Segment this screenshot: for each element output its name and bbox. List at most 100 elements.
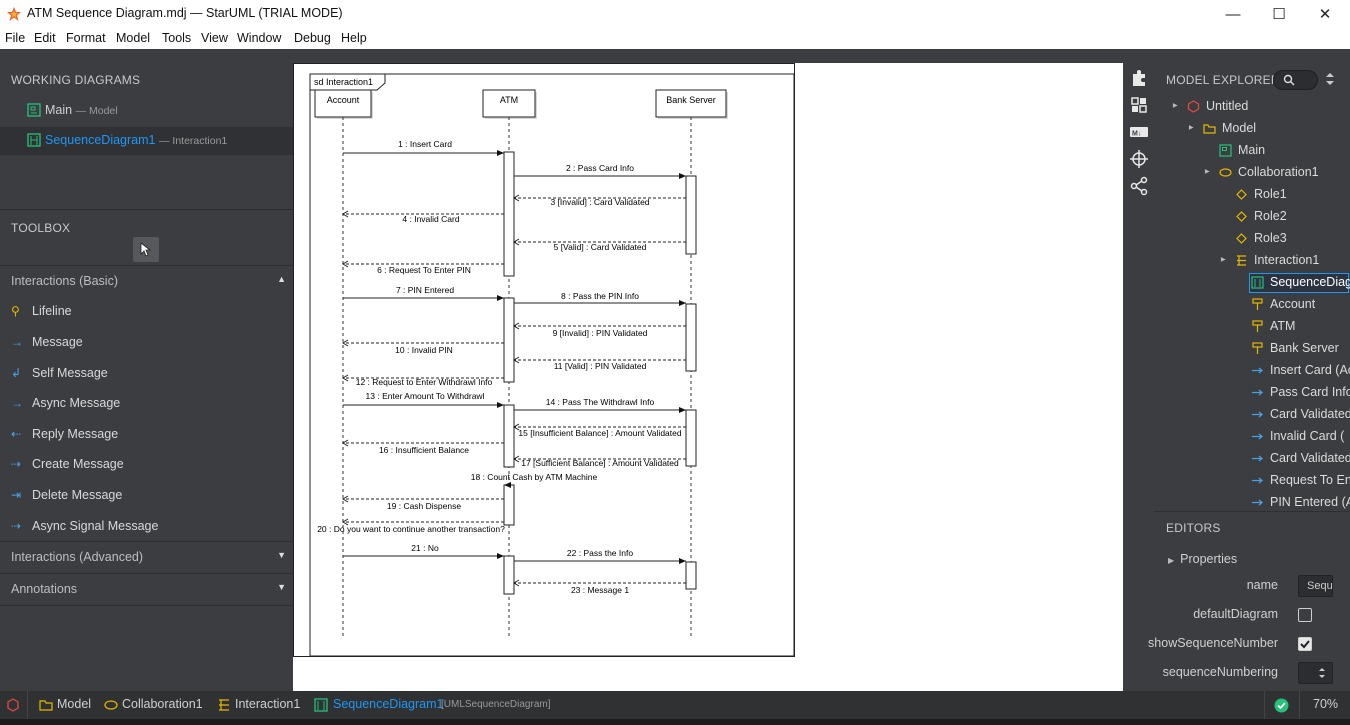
sequence-diagram-icon <box>27 133 41 147</box>
menu-model[interactable]: Model <box>116 31 150 45</box>
tree-item[interactable]: ▼ Untitled <box>1154 96 1350 118</box>
crosshair-icon[interactable] <box>1129 149 1149 169</box>
working-diagram-main[interactable]: Main — Model <box>0 97 293 125</box>
tree-item[interactable]: Account <box>1154 294 1350 316</box>
menu-tools[interactable]: Tools <box>162 31 191 45</box>
tree-item[interactable]: ATM <box>1154 316 1350 338</box>
menu-view[interactable]: View <box>201 31 228 45</box>
interaction-icon <box>219 699 229 711</box>
activation-bar[interactable] <box>503 404 515 468</box>
tree-item-label: Model <box>1222 121 1257 135</box>
status-diagram[interactable]: SequenceDiagram1 <box>333 697 444 711</box>
tree-item[interactable]: ▼ Collaboration1 <box>1154 162 1350 184</box>
share-icon[interactable] <box>1129 176 1149 196</box>
menu-help[interactable]: Help <box>341 31 367 45</box>
tree-item-label: Untitled <box>1206 99 1249 113</box>
expand-arrow-icon: ▼ <box>277 550 286 560</box>
create-message-icon: ⇢ <box>11 457 22 471</box>
tree-toggle-icon[interactable]: ▼ <box>1170 102 1179 110</box>
tree-toggle-icon[interactable]: ▼ <box>1186 124 1195 132</box>
activation-bar[interactable] <box>685 175 697 255</box>
working-diagram-sequence[interactable]: SequenceDiagram1 — Interaction1 <box>0 127 293 155</box>
tool-message[interactable]: → Message <box>0 327 293 357</box>
default-diagram-checkbox[interactable] <box>1298 608 1312 622</box>
search-icon <box>1283 74 1295 86</box>
toolbox-category-advanced[interactable]: Interactions (Advanced) ▼ <box>0 541 293 571</box>
activation-bar[interactable] <box>685 303 697 372</box>
tree-item[interactable]: SequenceDiagram1 <box>1154 272 1350 294</box>
tree-item[interactable]: Card Validated <box>1154 404 1350 426</box>
tree-item[interactable]: Main <box>1154 140 1350 162</box>
message-label: 3 [Invalid] : Card Validated <box>550 197 649 207</box>
show-sequence-number-checkbox[interactable] <box>1298 637 1312 651</box>
activation-bar[interactable] <box>503 151 515 277</box>
sequence-diagram[interactable]: sd Interaction1 Account ATM Bank Server 1 : … <box>293 63 1123 691</box>
tree-item[interactable]: Bank Server <box>1154 338 1350 360</box>
collaboration-icon <box>1219 166 1232 179</box>
tree-item[interactable]: Request To Enter PIN <box>1154 470 1350 492</box>
markdown-icon[interactable]: M↓ <box>1129 122 1149 142</box>
left-sidebar: WORKING DIAGRAMS Main — Model SequenceDi… <box>0 49 293 691</box>
menu-window[interactable]: Window <box>237 31 281 45</box>
toolbox-category-basic[interactable]: Interactions (Basic) ▲ <box>0 265 293 295</box>
tree-toggle-icon[interactable]: ▼ <box>1202 168 1211 176</box>
activation-bar[interactable] <box>685 561 697 590</box>
tool-reply-message[interactable]: ⇠ Reply Message <box>0 419 293 449</box>
activation-bar[interactable] <box>503 555 515 595</box>
model-explorer-title: MODEL EXPLORER <box>1166 73 1280 87</box>
menu-edit[interactable]: Edit <box>34 31 56 45</box>
status-interaction[interactable]: Interaction1 <box>235 697 300 711</box>
message-label: 17 [Sufficient Balance] : Amount Validat… <box>521 458 679 468</box>
message-label: 15 [Insufficient Balance] : Amount Valid… <box>518 428 681 438</box>
working-diagram-name: SequenceDiagram1 <box>45 133 156 147</box>
menu-format[interactable]: Format <box>66 31 106 45</box>
toolbox-category-annotations[interactable]: Annotations ▼ <box>0 573 293 603</box>
explorer-search-button[interactable] <box>1273 70 1318 90</box>
activation-bar[interactable] <box>503 484 515 526</box>
tree-item[interactable]: Role1 <box>1154 184 1350 206</box>
tool-async-message[interactable]: → Async Message <box>0 388 293 418</box>
tree-item[interactable]: Card Validated <box>1154 448 1350 470</box>
working-diagrams-title: WORKING DIAGRAMS <box>11 73 141 87</box>
message-icon <box>1251 452 1264 465</box>
tree-item[interactable]: ▼ Interaction1 <box>1154 250 1350 272</box>
tree-item[interactable]: ▼ Model <box>1154 118 1350 140</box>
tree-item[interactable]: Role3 <box>1154 228 1350 250</box>
activation-bar[interactable] <box>503 297 515 383</box>
tree-item[interactable]: Invalid Card ( <box>1154 426 1350 448</box>
sequence-numbering-select[interactable] <box>1298 662 1333 684</box>
tree-item[interactable]: Pass Card Info (ATM → Bank Server) <box>1154 382 1350 404</box>
tool-lifeline[interactable]: ⚲ Lifeline <box>0 296 293 326</box>
extension-puzzle-icon[interactable] <box>1129 68 1149 88</box>
layout-grid-icon[interactable] <box>1129 95 1149 115</box>
tool-delete-message[interactable]: ⇥ Delete Message <box>0 480 293 510</box>
select-tool-button[interactable] <box>133 237 159 262</box>
activation-bar[interactable] <box>685 409 697 467</box>
status-collaboration[interactable]: Collaboration1 <box>122 697 203 711</box>
tool-async-signal-message[interactable]: ⇢ Async Signal Message <box>0 511 293 541</box>
name-input[interactable]: SequenceDiagram1 <box>1298 575 1333 597</box>
select-arrows-icon <box>1319 668 1325 678</box>
message-label: 11 [Valid] : PIN Validated <box>554 361 647 371</box>
zoom-level[interactable]: 70% <box>1313 697 1338 711</box>
maximize-button[interactable]: ☐ <box>1256 0 1302 28</box>
prop-label: sequenceNumbering <box>1162 665 1278 679</box>
properties-section[interactable]: ▶ Properties <box>1168 552 1237 566</box>
diagram-canvas[interactable]: sd Interaction1 Account ATM Bank Server 1 : … <box>293 63 1123 691</box>
lifeline-name: Bank Server <box>666 95 716 105</box>
tool-label: Lifeline <box>32 304 72 318</box>
menu-debug[interactable]: Debug <box>294 31 331 45</box>
tool-self-message[interactable]: ↲ Self Message <box>0 358 293 388</box>
minimize-button[interactable]: — <box>1210 0 1256 28</box>
menu-file[interactable]: File <box>5 31 25 45</box>
tool-label: Async Message <box>32 396 121 410</box>
tool-create-message[interactable]: ⇢ Create Message <box>0 449 293 479</box>
prop-show-seq-row: showSequenceNumber <box>1148 630 1350 658</box>
status-model[interactable]: Model <box>57 697 91 711</box>
divider <box>0 209 293 210</box>
tree-item[interactable]: Insert Card (Account → ATM) <box>1154 360 1350 382</box>
tree-item[interactable]: Role2 <box>1154 206 1350 228</box>
close-button[interactable]: ✕ <box>1302 0 1348 28</box>
sort-icon[interactable] <box>1325 72 1335 86</box>
tree-toggle-icon[interactable]: ▼ <box>1218 256 1227 264</box>
